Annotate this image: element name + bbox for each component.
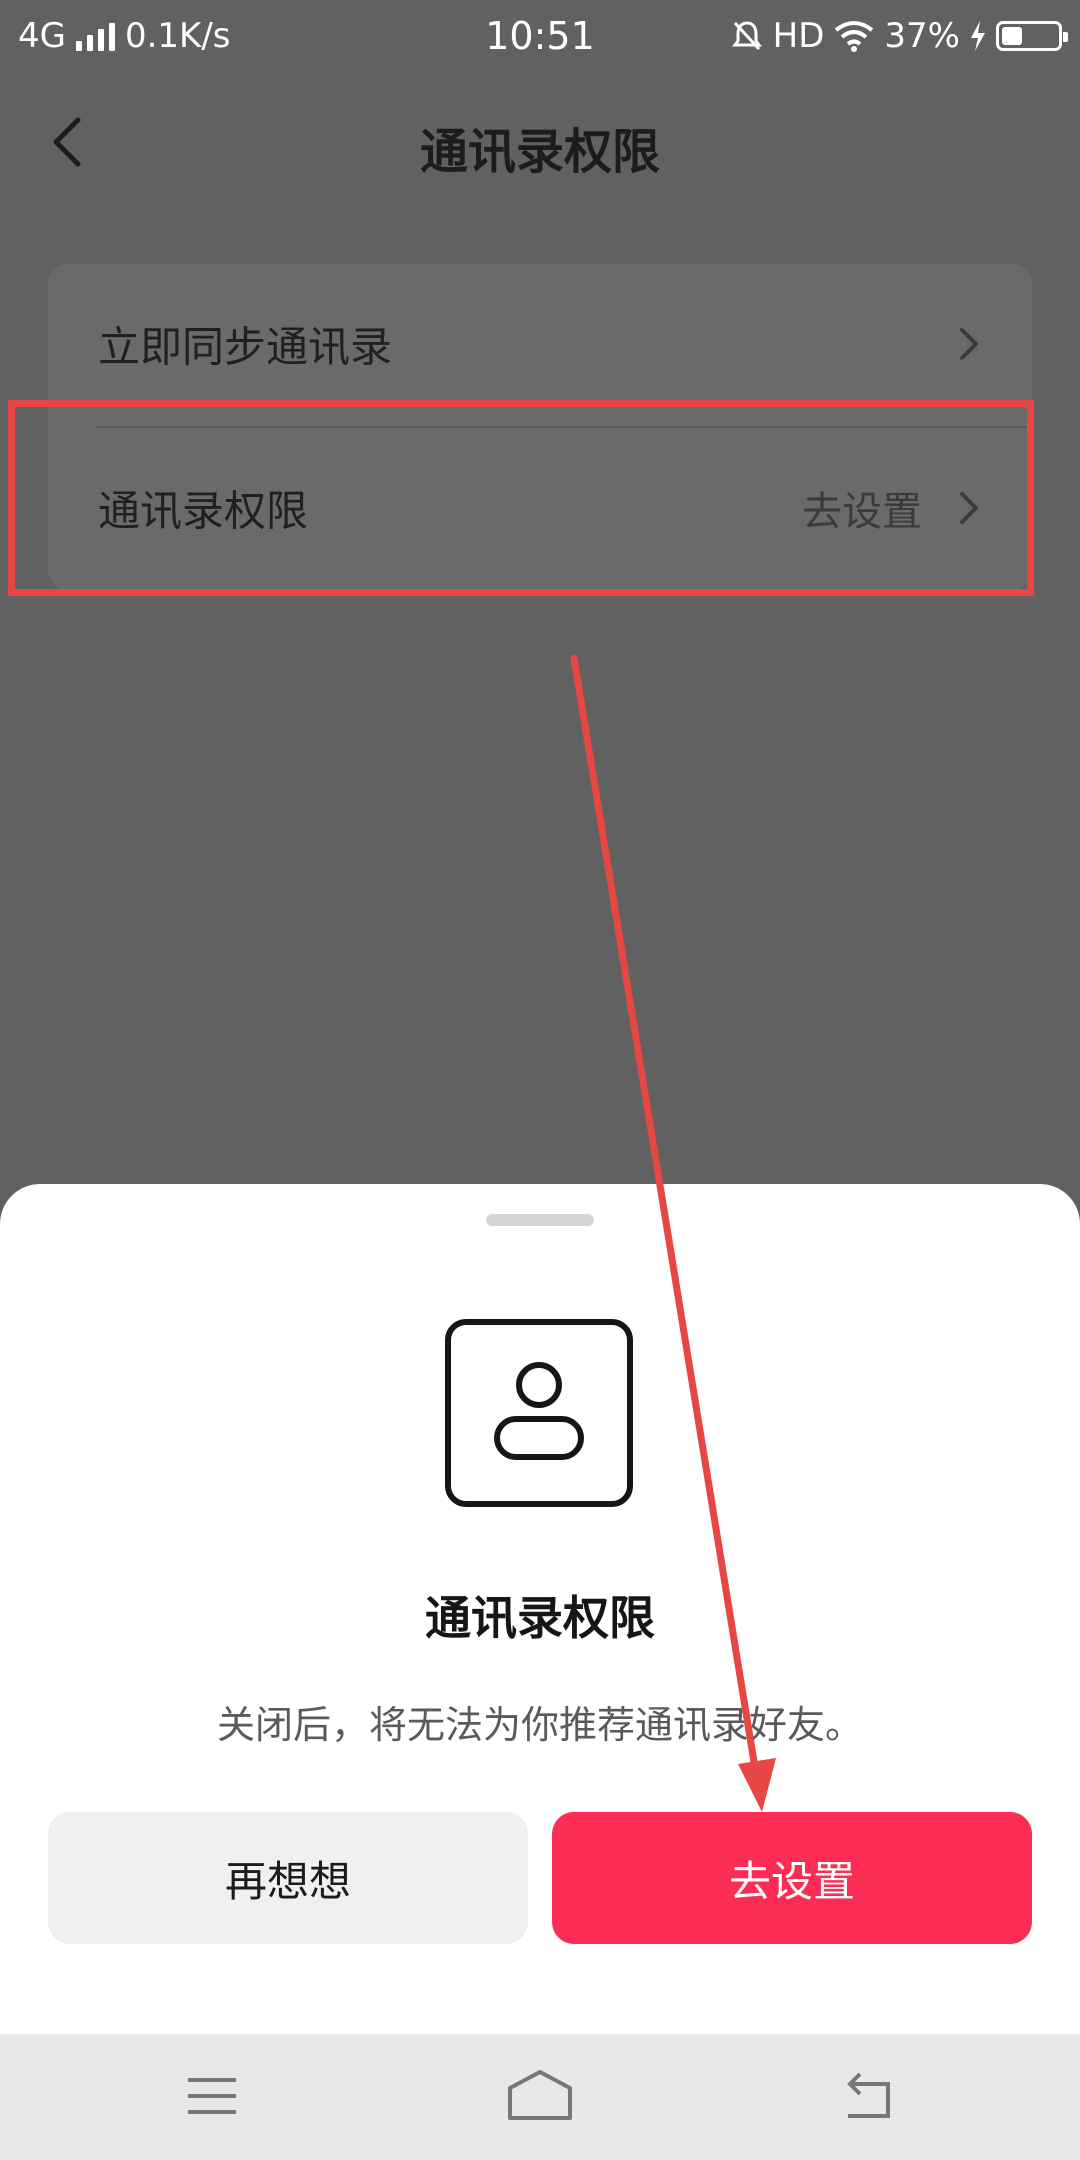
go-settings-button[interactable]: 去设置 — [552, 1812, 1032, 1944]
page-title: 通讯录权限 — [419, 124, 660, 180]
sheet-drag-handle[interactable] — [486, 1214, 594, 1226]
menu-icon[interactable] — [182, 2066, 242, 2126]
status-bar: 4G 0.1K/s 10:51 HD 37% — [0, 0, 1080, 72]
wifi-icon — [835, 21, 874, 52]
home-icon[interactable] — [506, 2066, 574, 2126]
mute-bell-icon — [731, 21, 762, 51]
chevron-right-icon — [960, 328, 978, 360]
back-icon[interactable] — [838, 2066, 898, 2126]
battery-percent: 37% — [884, 16, 960, 56]
sheet-title: 通讯录权限 — [425, 1591, 655, 1645]
charging-icon — [971, 21, 985, 51]
battery-fill — [1002, 27, 1022, 45]
annotation-highlight-box — [8, 400, 1034, 596]
nav-bar: 通讯录权限 — [0, 72, 1080, 212]
go-settings-button-label: 去设置 — [728, 1856, 855, 1906]
system-nav-bar — [0, 2034, 1080, 2160]
cancel-button[interactable]: 再想想 — [48, 1812, 528, 1944]
cancel-button-label: 再想想 — [224, 1856, 351, 1906]
permission-bottom-sheet: 通讯录权限 关闭后，将无法为你推荐通讯录好友。 再想想 去设置 — [0, 1184, 1080, 2034]
hd-badge: HD — [772, 16, 825, 56]
status-right: HD 37% — [731, 16, 1068, 56]
battery-icon — [996, 21, 1068, 51]
sheet-description: 关闭后，将无法为你推荐通讯录好友。 — [216, 1703, 863, 1747]
sync-contacts-label: 立即同步通讯录 — [98, 322, 393, 372]
contact-person-icon — [445, 1319, 633, 1507]
